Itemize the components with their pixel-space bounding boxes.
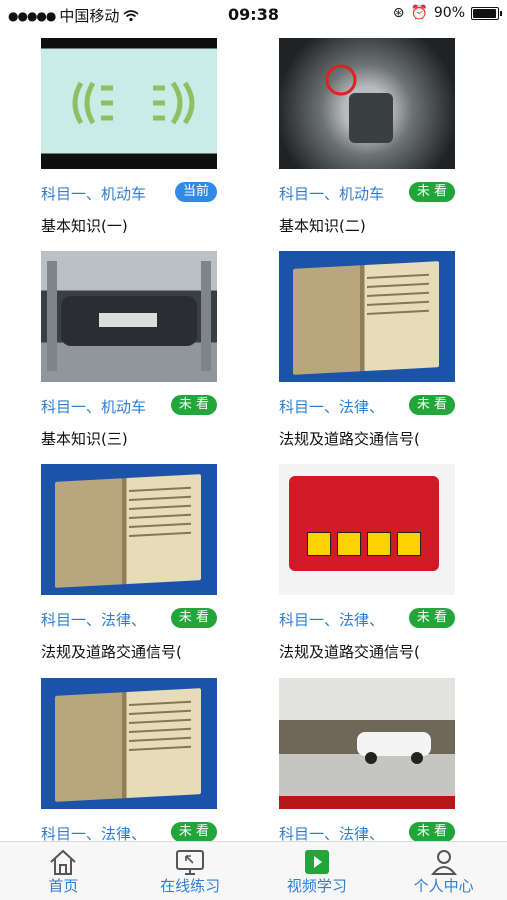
video-thumbnail[interactable] (41, 38, 217, 169)
tab-home[interactable]: 首页 (0, 842, 127, 900)
video-card[interactable]: 科目一、法律、 未 看 (41, 678, 217, 842)
video-title: 基本知识(三) (41, 430, 128, 448)
warning-signs (307, 532, 421, 556)
video-subject: 科目一、机动车 (41, 185, 147, 203)
status-right: ⊛ ⏰ 90% (392, 5, 502, 21)
lock-rotation-icon: ⊛ (392, 5, 405, 21)
video-card[interactable]: 科目一、机动车 当前 基本知识(一) (41, 38, 217, 236)
tab-personal-center[interactable]: 个人中心 (380, 842, 507, 900)
status-badge: 未 看 (408, 608, 455, 628)
video-subject: 科目一、法律、 (279, 398, 385, 416)
video-card[interactable]: 科目一、机动车 未 看 基本知识(二) (279, 38, 455, 236)
video-title: 基本知识(一) (41, 217, 128, 235)
video-thumbnail[interactable] (41, 464, 217, 595)
book-image (55, 474, 201, 588)
status-badge: 未 看 (408, 822, 455, 842)
defog-light-icon (72, 81, 195, 125)
tab-label: 视频学习 (286, 877, 347, 895)
video-subject: 科目一、法律、 (279, 611, 385, 629)
car-on-road-image (279, 732, 455, 809)
status-bar: ●●●●● 中国移动 09:38 ⊛ ⏰ 90% (0, 0, 507, 28)
video-subject: 科目一、法律、 (41, 611, 147, 629)
monitor-icon (176, 850, 205, 875)
alarm-icon: ⏰ (410, 5, 428, 21)
play-icon (304, 850, 329, 874)
video-grid: 科目一、机动车 当前 基本知识(一) 科目一、机动车 未 看 基本知识(二) 科… (0, 28, 507, 842)
bottom-tab-bar: 首页 在线练习 视频学习 个人中心 (0, 841, 507, 900)
video-thumbnail[interactable] (279, 38, 455, 169)
status-badge: 当前 (174, 182, 217, 202)
tab-online-practice[interactable]: 在线练习 (127, 842, 254, 900)
video-thumbnail[interactable] (279, 251, 455, 382)
status-badge: 未 看 (170, 395, 217, 415)
video-card[interactable]: 科目一、法律、 未 看 法规及道路交通信号( (279, 251, 455, 449)
video-title: 基本知识(二) (279, 217, 366, 235)
video-title: 法规及道路交通信号( (41, 643, 182, 661)
home-icon (50, 849, 77, 875)
tab-label: 首页 (48, 877, 79, 895)
video-card[interactable]: 科目一、机动车 未 看 基本知识(三) (41, 251, 217, 449)
status-badge: 未 看 (408, 182, 455, 202)
status-badge: 未 看 (170, 822, 217, 842)
book-image (293, 261, 439, 375)
book-image (55, 688, 201, 802)
status-badge: 未 看 (408, 395, 455, 415)
tab-label: 在线练习 (160, 877, 221, 895)
person-icon (430, 850, 457, 875)
video-title: 法规及道路交通信号( (279, 430, 420, 448)
video-subject: 科目一、法律、 (41, 825, 147, 842)
traffic-sign-board (289, 476, 439, 571)
battery-percent: 90% (433, 5, 465, 21)
gear-shift-image (325, 64, 393, 143)
video-thumbnail[interactable] (279, 678, 455, 809)
video-thumbnail[interactable] (41, 251, 217, 382)
tab-label: 个人中心 (413, 877, 474, 895)
tab-video-learning[interactable]: 视频学习 (254, 842, 381, 900)
video-subject: 科目一、法律、 (279, 825, 385, 842)
status-badge: 未 看 (170, 608, 217, 628)
video-card[interactable]: 科目一、法律、 未 看 (279, 678, 455, 842)
video-thumbnail[interactable] (41, 678, 217, 809)
video-subject: 科目一、机动车 (41, 398, 147, 416)
video-title: 法规及道路交通信号( (279, 643, 420, 661)
car-on-lift-image (47, 261, 211, 371)
battery-icon (471, 6, 502, 20)
video-card[interactable]: 科目一、法律、 未 看 法规及道路交通信号( (41, 464, 217, 662)
video-thumbnail[interactable] (279, 464, 455, 595)
video-subject: 科目一、机动车 (279, 185, 385, 203)
video-card[interactable]: 科目一、法律、 未 看 法规及道路交通信号( (279, 464, 455, 662)
